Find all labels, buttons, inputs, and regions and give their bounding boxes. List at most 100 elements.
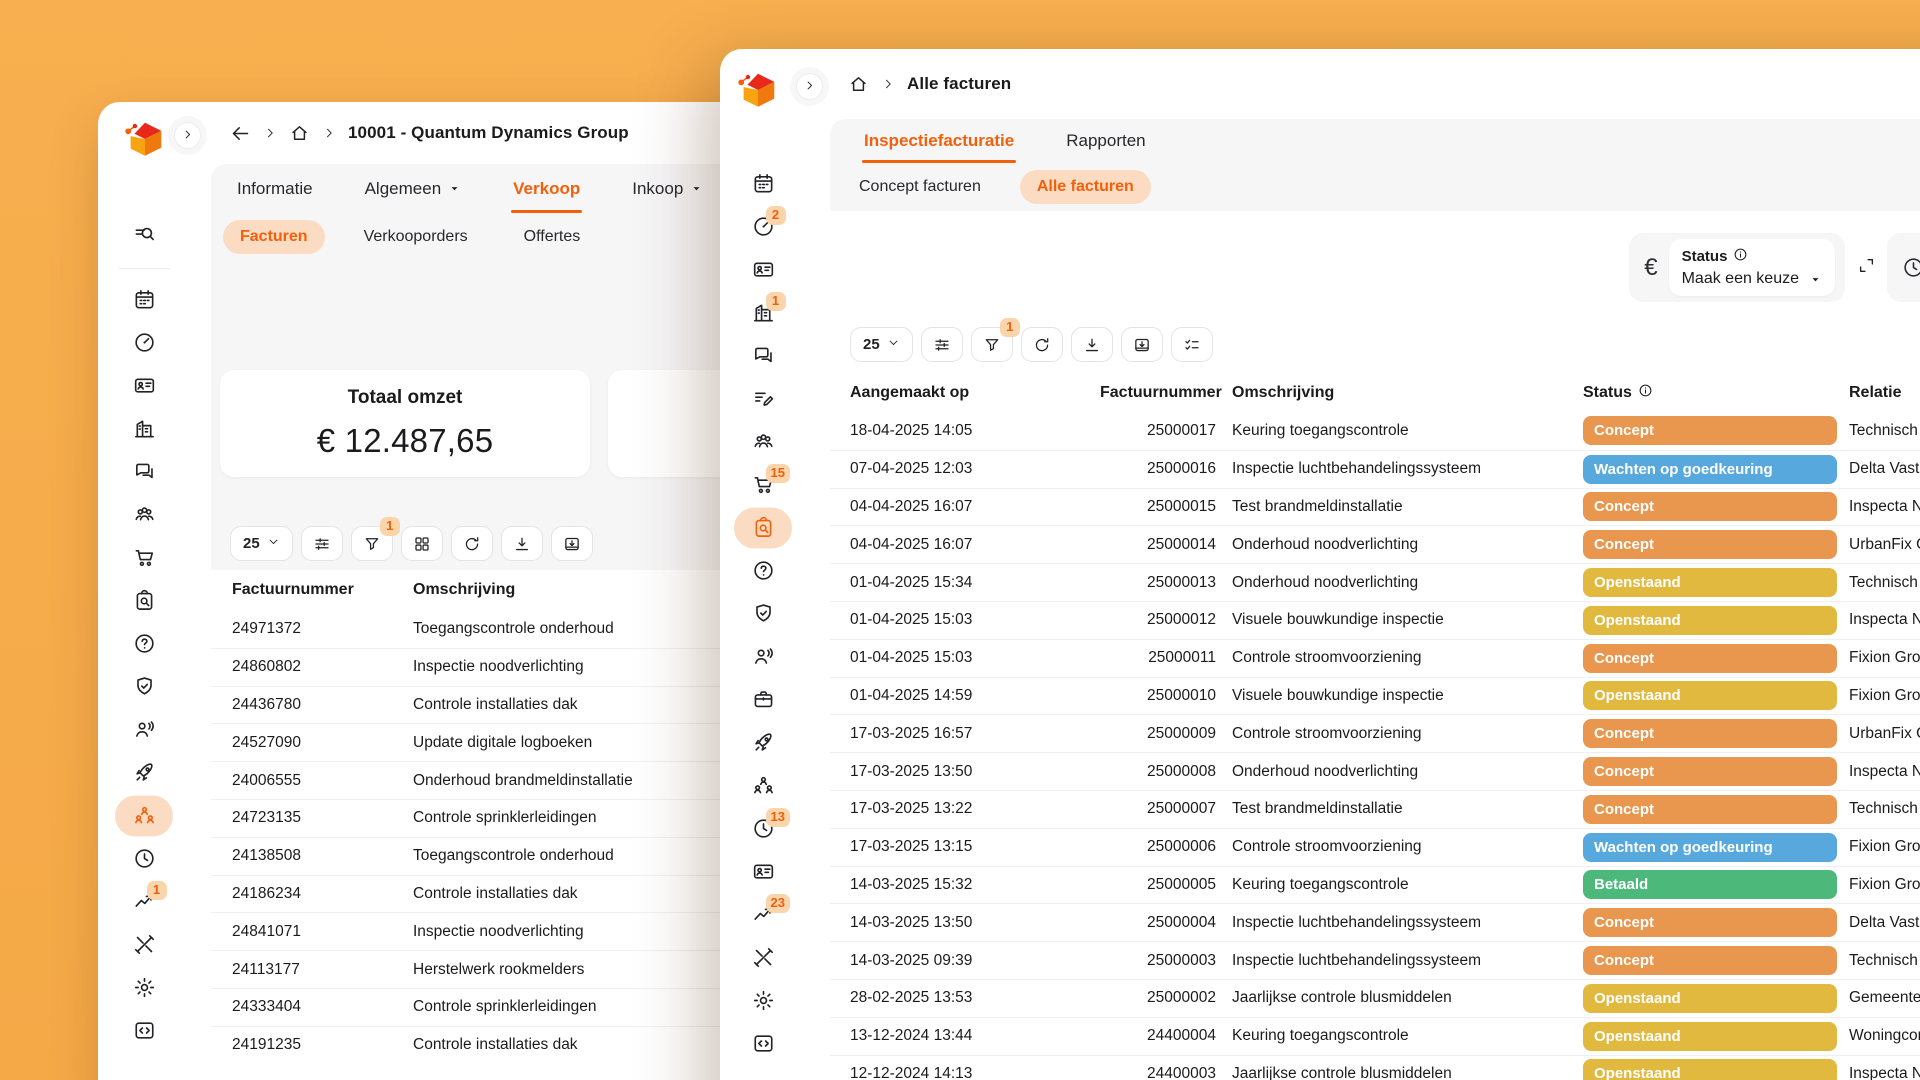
- sidebar-item-sales[interactable]: 15: [752, 473, 775, 497]
- tab-inspectiefacturatie[interactable]: Inspectiefacturatie: [838, 119, 1040, 163]
- invoice-row[interactable]: 17-03-2025 16:5725000009Controle stroomv…: [830, 714, 1920, 752]
- sidebar-item-team[interactable]: [752, 774, 775, 798]
- home-icon[interactable]: [289, 123, 310, 144]
- layout-button[interactable]: [401, 526, 443, 561]
- invoice-row[interactable]: 01-04-2025 14:5925000010Visuele bouwkund…: [830, 677, 1920, 715]
- sidebar-item-search[interactable]: [133, 223, 156, 247]
- sidebar-item-cards[interactable]: [752, 860, 775, 884]
- subtab-concept-facturen[interactable]: Concept facturen: [842, 170, 998, 204]
- sidebar-item-sales[interactable]: [133, 546, 156, 570]
- tab-informatie[interactable]: Informatie: [211, 164, 339, 213]
- sidebar-item-contacts[interactable]: [752, 258, 775, 282]
- subtab-offertes[interactable]: Offertes: [507, 220, 598, 254]
- sidebar-item-tools[interactable]: [752, 946, 775, 970]
- export-button[interactable]: [1121, 327, 1163, 362]
- sidebar-item-customers[interactable]: [133, 718, 156, 742]
- sidebar-item-help[interactable]: [133, 632, 156, 656]
- tab-rapporten[interactable]: Rapporten: [1040, 119, 1171, 163]
- invoice-row[interactable]: 14-03-2025 09:3925000003Inspectie luchtb…: [830, 941, 1920, 979]
- sidebar-item-help[interactable]: [752, 559, 775, 583]
- sidebar-item-relations[interactable]: [752, 430, 775, 454]
- invoice-row[interactable]: 12-12-2024 14:1324400003Jaarlijkse contr…: [830, 1055, 1920, 1080]
- sidebar-item-calendar[interactable]: [752, 172, 775, 196]
- invoice-row[interactable]: 18-04-2025 14:0525000017Keuring toegangs…: [830, 412, 1920, 450]
- sidebar-item-reports[interactable]: 1: [133, 890, 156, 914]
- sidebar-item-calendar[interactable]: [133, 288, 156, 312]
- refresh-button[interactable]: [1021, 327, 1063, 362]
- invoice-row[interactable]: 17-03-2025 13:5025000008Onderhoud noodve…: [830, 752, 1920, 790]
- sidebar-item-contacts[interactable]: [133, 374, 156, 398]
- invoice-number: 25000013: [1100, 574, 1216, 592]
- invoice-row[interactable]: 28-02-2025 13:5325000002Jaarlijkse contr…: [830, 979, 1920, 1017]
- sidebar-item-reports[interactable]: 23: [752, 903, 775, 927]
- export-button[interactable]: [551, 526, 593, 561]
- app-logo-icon[interactable]: [122, 116, 168, 162]
- sidebar-item-developer[interactable]: [133, 1019, 156, 1043]
- status-filter-dropdown[interactable]: Status Maak een keuze: [1669, 239, 1835, 296]
- invoice-row[interactable]: 01-04-2025 15:3425000013Onderhoud noodve…: [830, 563, 1920, 601]
- sidebar-item-tools[interactable]: [133, 933, 156, 957]
- sidebar-item-settings[interactable]: [752, 989, 775, 1013]
- sidebar-item-organization[interactable]: [133, 417, 156, 441]
- filter-button[interactable]: 1: [351, 526, 393, 561]
- invoice-row[interactable]: 13-12-2024 13:4424400004Keuring toegangs…: [830, 1017, 1920, 1055]
- sidebar-item-dashboard[interactable]: 2: [752, 215, 775, 239]
- back-arrow-icon[interactable]: [230, 123, 251, 144]
- column-header[interactable]: Status: [1583, 383, 1837, 403]
- subtab-alle-facturen[interactable]: Alle facturen: [1020, 170, 1151, 204]
- sidebar-item-inspections[interactable]: [752, 516, 775, 540]
- sidebar-item-projects[interactable]: [752, 731, 775, 755]
- page-size-select[interactable]: 25: [230, 526, 293, 561]
- sidebar-item-messages[interactable]: [133, 460, 156, 484]
- subtab-facturen[interactable]: Facturen: [223, 220, 325, 254]
- sidebar-item-time[interactable]: [133, 847, 156, 871]
- invoice-row[interactable]: 04-04-2025 16:0725000014Onderhoud noodve…: [830, 525, 1920, 563]
- invoice-row[interactable]: 01-04-2025 15:0325000012Visuele bouwkund…: [830, 601, 1920, 639]
- invoice-row[interactable]: 14-03-2025 15:3225000005Keuring toegangs…: [830, 866, 1920, 904]
- subtab-verkooporders[interactable]: Verkooporders: [347, 220, 485, 254]
- column-settings-button[interactable]: [301, 526, 343, 561]
- app-logo-icon[interactable]: [735, 67, 781, 113]
- sidebar-item-settings[interactable]: [133, 976, 156, 1000]
- filter-button[interactable]: 1: [971, 327, 1013, 362]
- sidebar-item-compliance[interactable]: [752, 602, 775, 626]
- sidebar-collapse-button[interactable]: [174, 122, 201, 149]
- sidebar-item-relations[interactable]: [133, 503, 156, 527]
- sidebar-item-compliance[interactable]: [133, 675, 156, 699]
- invoice-row[interactable]: 07-04-2025 12:0325000016Inspectie luchtb…: [830, 450, 1920, 488]
- bulk-select-button[interactable]: [1171, 327, 1213, 362]
- sidebar-item-team[interactable]: [133, 804, 156, 828]
- sidebar-item-projects[interactable]: [133, 761, 156, 785]
- page-size-select[interactable]: 25: [850, 327, 913, 362]
- gear-icon: [133, 976, 156, 999]
- invoice-row[interactable]: 04-04-2025 16:0725000015Test brandmeldin…: [830, 488, 1920, 526]
- column-settings-button[interactable]: [921, 327, 963, 362]
- invoice-row[interactable]: 01-04-2025 15:0325000011Controle stroomv…: [830, 639, 1920, 677]
- home-icon[interactable]: [848, 74, 869, 95]
- invoice-row[interactable]: 14-03-2025 13:5025000004Inspectie luchtb…: [830, 903, 1920, 941]
- column-header[interactable]: Relatie: [1837, 384, 1920, 402]
- sidebar-item-services[interactable]: [752, 688, 775, 712]
- tab-verkoop[interactable]: Verkoop: [487, 164, 606, 213]
- sidebar-item-messages[interactable]: [752, 344, 775, 368]
- sidebar-item-dashboard[interactable]: [133, 331, 156, 355]
- sidebar-item-developer[interactable]: [752, 1032, 775, 1056]
- sidebar-item-customers[interactable]: [752, 645, 775, 669]
- sidebar-item-inspections[interactable]: [133, 589, 156, 613]
- sidebar-item-tasks[interactable]: [752, 387, 775, 411]
- column-header[interactable]: Factuurnummer: [1100, 384, 1216, 402]
- column-header[interactable]: Factuurnummer: [232, 581, 413, 599]
- sidebar-item-time[interactable]: 13: [752, 817, 775, 841]
- tab-inkoop[interactable]: Inkoop: [606, 164, 729, 213]
- column-header[interactable]: Aangemaakt op: [850, 384, 1100, 402]
- invoice-row[interactable]: 17-03-2025 13:1525000006Controle stroomv…: [830, 828, 1920, 866]
- sidebar-item-organization[interactable]: 1: [752, 301, 775, 325]
- sidebar-collapse-button[interactable]: [796, 73, 823, 100]
- download-button[interactable]: [1071, 327, 1113, 362]
- column-header[interactable]: Omschrijving: [1216, 384, 1583, 402]
- tab-algemeen[interactable]: Algemeen: [339, 164, 488, 213]
- refresh-button[interactable]: [451, 526, 493, 561]
- download-button[interactable]: [501, 526, 543, 561]
- invoice-row[interactable]: 17-03-2025 13:2225000007Test brandmeldin…: [830, 790, 1920, 828]
- expand-icon[interactable]: [1853, 255, 1879, 281]
